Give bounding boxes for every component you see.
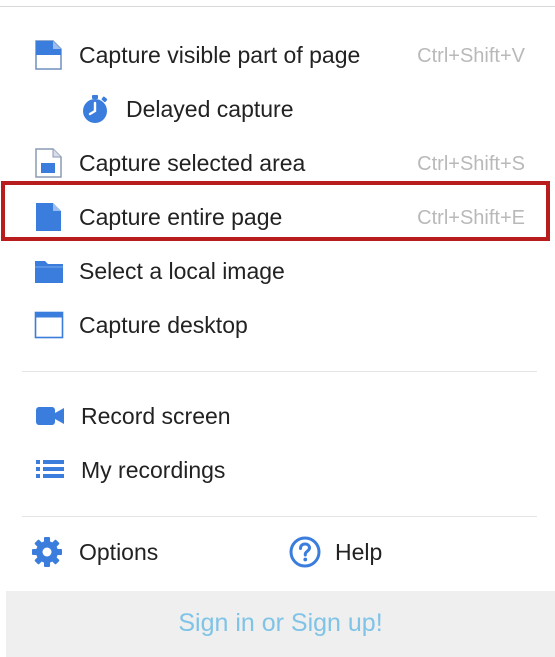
divider <box>22 371 537 372</box>
video-camera-icon <box>34 401 64 431</box>
window-icon <box>34 310 64 340</box>
menu-item-label: My recordings <box>81 457 226 483</box>
signin-bar: Sign in or Sign up! <box>6 591 555 657</box>
menu-item-label: Select a local image <box>79 258 285 284</box>
shortcut-label: Ctrl+Shift+E <box>417 207 525 229</box>
timer-icon <box>80 94 110 124</box>
menu-item-capture-selected[interactable]: Capture selected area Ctrl+Shift+S <box>0 136 555 190</box>
menu-item-label: Capture desktop <box>79 312 248 338</box>
signin-link[interactable]: Sign in or Sign up! <box>6 608 555 638</box>
menu-item-select-local-image[interactable]: Select a local image <box>0 244 555 298</box>
gear-icon <box>31 536 63 568</box>
menu-item-label: Capture entire page <box>79 204 283 230</box>
folder-icon <box>34 256 64 286</box>
page-area-icon <box>34 148 64 178</box>
menu-item-capture-desktop[interactable]: Capture desktop <box>0 298 555 352</box>
menu-item-capture-entire[interactable]: Capture entire page Ctrl+Shift+E <box>0 190 555 244</box>
footer-links: Options Help <box>0 525 555 579</box>
help-button[interactable]: Help <box>280 525 480 579</box>
menu-item-label: Delayed capture <box>126 96 294 122</box>
menu-item-my-recordings[interactable]: My recordings <box>0 443 555 497</box>
options-label: Options <box>79 539 159 565</box>
shortcut-label: Ctrl+Shift+S <box>417 153 525 175</box>
menu-item-record-screen[interactable]: Record screen <box>0 389 555 443</box>
menu-item-label: Capture visible part of page <box>79 42 361 68</box>
page-full-icon <box>34 202 64 232</box>
help-icon <box>289 536 321 568</box>
menu-item-capture-visible[interactable]: Capture visible part of page Ctrl+Shift+… <box>0 28 555 82</box>
menu-item-delayed-capture[interactable]: Delayed capture <box>0 82 555 136</box>
menu-item-label: Record screen <box>81 403 231 429</box>
menu-item-label: Capture selected area <box>79 150 306 176</box>
divider <box>22 516 537 517</box>
options-button[interactable]: Options <box>0 525 250 579</box>
list-icon <box>34 455 64 485</box>
page-visible-icon <box>34 40 64 70</box>
top-border <box>0 0 555 7</box>
help-label: Help <box>335 539 383 565</box>
shortcut-label: Ctrl+Shift+V <box>417 45 525 67</box>
